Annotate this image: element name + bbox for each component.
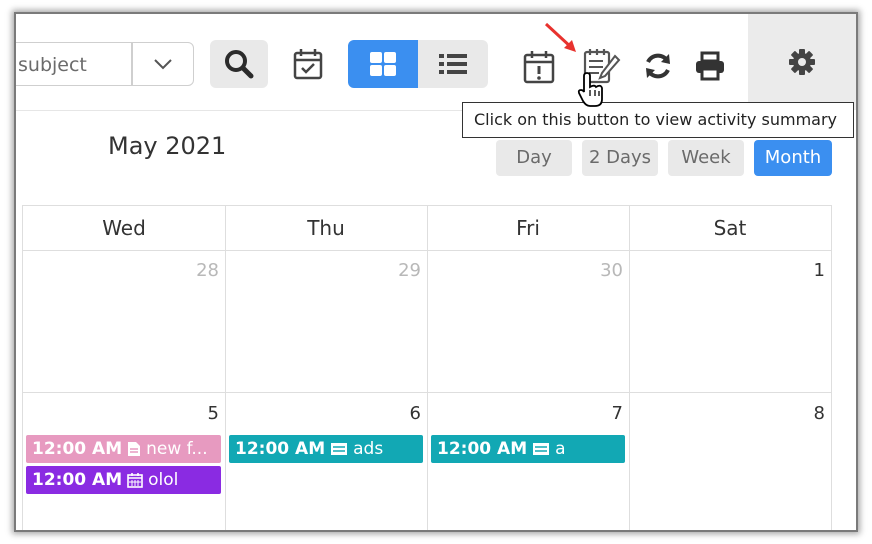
grid-line	[22, 205, 23, 530]
event-title: olol	[148, 470, 179, 490]
search-button[interactable]	[210, 40, 268, 88]
search-icon	[225, 50, 254, 79]
dow-header-thu: Thu	[307, 216, 345, 240]
grid-line	[427, 205, 428, 530]
dow-header-wed: Wed	[102, 216, 146, 240]
day-number[interactable]: 29	[381, 260, 421, 281]
calendar-check-button[interactable]	[288, 44, 328, 84]
day-number[interactable]: 30	[583, 260, 623, 281]
grid-line	[831, 205, 832, 530]
list-view-button[interactable]	[418, 40, 488, 88]
event-time: 12:00 AM	[32, 439, 123, 459]
calendar-event[interactable]: 12:00 AM ads	[229, 435, 423, 463]
view-2days-button[interactable]: 2 Days	[582, 140, 658, 176]
print-button[interactable]	[692, 48, 728, 84]
subject-select[interactable]: subject	[16, 42, 132, 86]
refresh-button[interactable]	[640, 48, 676, 84]
month-title: May 2021	[108, 132, 227, 160]
view-week-button[interactable]: Week	[668, 140, 744, 176]
day-number[interactable]: 8	[785, 403, 825, 424]
grid-line	[225, 205, 226, 530]
dow-header-fri: Fri	[516, 216, 540, 240]
chevron-down-icon	[154, 59, 172, 70]
tooltip: Click on this button to view activity su…	[462, 102, 854, 138]
event-title: ads	[353, 439, 384, 459]
dow-header-sat: Sat	[713, 216, 747, 240]
pointer-arrow-icon	[544, 22, 576, 52]
event-title: new f...	[146, 439, 208, 459]
view-day-button[interactable]: Day	[496, 140, 572, 176]
list-view-icon	[439, 54, 467, 74]
day-number[interactable]: 5	[179, 403, 219, 424]
refresh-icon	[646, 53, 670, 79]
calendar-icon	[127, 473, 143, 488]
calendar-check-icon	[293, 49, 323, 80]
event-title: a	[555, 439, 566, 459]
event-time: 12:00 AM	[437, 439, 528, 459]
calendar-event[interactable]: 12:00 AM new f...	[26, 435, 221, 463]
grid-view-icon	[370, 52, 396, 76]
calendar-event[interactable]: 12:00 AM olol	[26, 466, 221, 494]
day-number[interactable]: 1	[785, 260, 825, 281]
document-icon	[128, 442, 141, 456]
hand-cursor-icon	[577, 72, 603, 107]
card-icon	[533, 443, 550, 455]
grid-view-button[interactable]	[348, 40, 418, 88]
subject-dropdown-button[interactable]	[132, 42, 194, 86]
event-time: 12:00 AM	[32, 470, 123, 490]
print-icon	[696, 51, 724, 81]
day-number[interactable]: 28	[179, 260, 219, 281]
card-icon	[331, 443, 348, 455]
app-window: subject Click on this button to view act…	[14, 12, 858, 532]
day-number[interactable]: 7	[583, 403, 623, 424]
event-time: 12:00 AM	[235, 439, 326, 459]
tooltip-text: Click on this button to view activity su…	[474, 110, 838, 129]
calendar-event[interactable]: 12:00 AM a	[431, 435, 625, 463]
gear-icon	[789, 49, 815, 75]
view-month-button[interactable]: Month	[754, 140, 832, 176]
settings-button[interactable]	[748, 14, 856, 110]
day-number[interactable]: 6	[381, 403, 421, 424]
grid-line	[629, 205, 630, 530]
subject-select-value: subject	[18, 54, 87, 76]
